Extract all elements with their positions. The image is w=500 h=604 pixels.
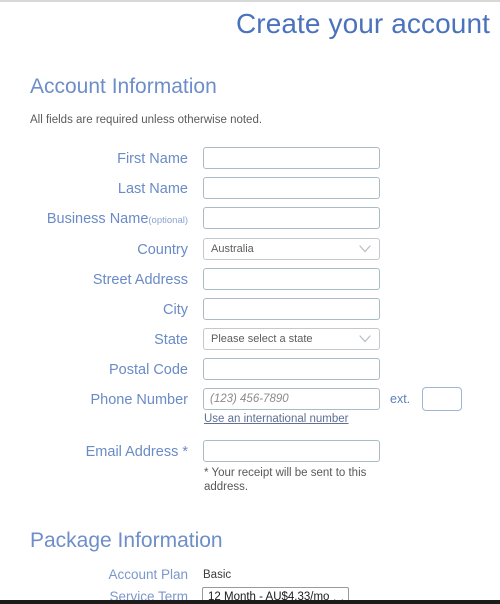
business-name-optional-tag: (optional) xyxy=(148,215,188,226)
account-plan-label: Account Plan xyxy=(108,567,188,582)
email-receipt-note: * Your receipt will be sent to this addr… xyxy=(204,467,367,493)
country-select[interactable]: Australia xyxy=(203,238,380,260)
service-term-select-value: 12 Month - AU$4.33/mo xyxy=(208,591,330,600)
create-account-page: Create your account Account Information … xyxy=(0,0,500,604)
chevron-down-icon xyxy=(359,335,371,343)
service-term-select[interactable]: 12 Month - AU$4.33/mo xyxy=(202,587,349,600)
postal-code-label: Postal Code xyxy=(109,362,188,378)
field-row-postal-code: Postal Code xyxy=(0,358,500,382)
street-address-label: Street Address xyxy=(92,272,188,288)
country-label: Country xyxy=(137,242,188,258)
use-international-number-link[interactable]: Use an international number xyxy=(204,412,348,426)
city-input[interactable] xyxy=(203,298,380,320)
postal-code-input[interactable] xyxy=(203,358,380,380)
phone-number-input[interactable] xyxy=(203,388,380,410)
first-name-input[interactable] xyxy=(203,147,380,169)
page-content: Create your account Account Information … xyxy=(0,2,500,600)
street-address-input[interactable] xyxy=(203,268,380,290)
email-address-label: Email Address * xyxy=(85,444,188,460)
phone-number-label: Phone Number xyxy=(90,392,188,408)
email-address-input[interactable] xyxy=(203,440,380,462)
chevron-down-icon xyxy=(359,245,371,253)
first-name-label: First Name xyxy=(117,151,188,167)
service-term-label: Service Term xyxy=(109,589,188,600)
page-title: Create your account xyxy=(235,8,490,39)
field-row-email-address: Email Address * xyxy=(0,440,500,464)
last-name-input[interactable] xyxy=(203,177,380,199)
last-name-label: Last Name xyxy=(117,181,188,197)
field-row-state: State Please select a state xyxy=(0,328,500,352)
country-select-value: Australia xyxy=(211,243,254,255)
field-row-phone-number: Phone Number ext. xyxy=(0,387,500,412)
select-arrow-icon xyxy=(334,593,343,600)
business-name-label-text: Business Name xyxy=(46,211,149,227)
field-row-last-name: Last Name xyxy=(0,177,500,201)
business-name-label: Business Name(optional) xyxy=(0,207,188,233)
package-information-heading: Package Information xyxy=(30,529,223,552)
ext-label: ext. xyxy=(390,392,411,406)
business-name-input[interactable] xyxy=(203,207,380,229)
ext-input[interactable] xyxy=(422,387,462,411)
state-select[interactable]: Please select a state xyxy=(203,328,380,350)
field-row-first-name: First Name xyxy=(0,147,500,171)
field-row-country: Country Australia xyxy=(0,238,500,262)
state-label: State xyxy=(154,332,188,348)
required-fields-note: All fields are required unless otherwise… xyxy=(30,114,263,126)
city-label: City xyxy=(163,302,188,318)
field-row-business-name: Business Name(optional) xyxy=(0,207,500,231)
field-row-city: City xyxy=(0,298,500,322)
account-information-heading: Account Information xyxy=(30,75,217,98)
account-plan-value: Basic xyxy=(203,569,232,581)
field-row-street-address: Street Address xyxy=(0,268,500,292)
state-select-value: Please select a state xyxy=(211,333,313,345)
